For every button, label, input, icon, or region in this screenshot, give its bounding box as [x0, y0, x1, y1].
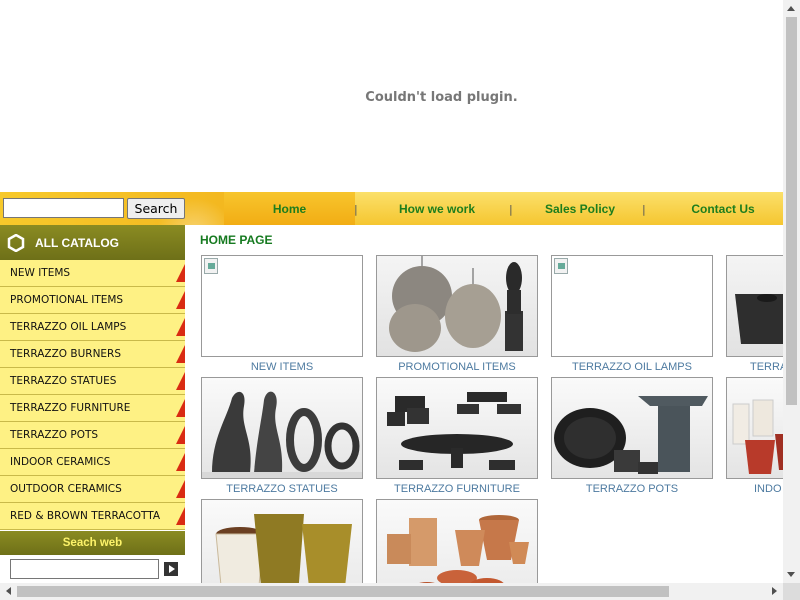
- site-search-area: Search: [0, 192, 224, 225]
- product-tile-new-items[interactable]: [201, 255, 363, 357]
- tile-caption-new-items[interactable]: NEW ITEMS: [201, 361, 363, 373]
- main-nav: Home | How we work | Sales Policy | Cont…: [224, 192, 783, 225]
- nav-contact-us[interactable]: Contact Us: [652, 192, 783, 225]
- sidebar-item-label: TERRAZZO BURNERS: [10, 348, 122, 360]
- red-corner-icon: [176, 453, 185, 471]
- sidebar-item-label: OUTDOOR CERAMICS: [10, 483, 122, 495]
- nav-sales-policy[interactable]: Sales Policy: [514, 192, 646, 225]
- browser-viewport: Couldn't load plugin. Search Home | How …: [0, 0, 783, 583]
- web-search-row: [0, 555, 185, 583]
- all-catalog-label: ALL CATALOG: [35, 235, 119, 250]
- vertical-scrollbar[interactable]: [783, 0, 800, 583]
- product-tile-red-brown-terracotta[interactable]: [376, 499, 538, 583]
- scroll-down-icon[interactable]: [787, 572, 795, 577]
- red-corner-icon: [176, 426, 185, 444]
- product-tile-promotional-items[interactable]: [376, 255, 538, 357]
- red-corner-icon: [176, 264, 185, 282]
- search-input[interactable]: [3, 198, 124, 218]
- sidebar-item-terrazzo-furniture[interactable]: TERRAZZO FURNITURE: [0, 395, 185, 422]
- web-search-header: Seach web: [0, 531, 185, 555]
- indoor-ceramics-image: [732, 399, 783, 474]
- red-corner-icon: [176, 480, 185, 498]
- sidebar-item-red-brown-terracotta[interactable]: RED & BROWN TERRACOTTA: [0, 503, 185, 530]
- tile-caption-terrazzo-statues[interactable]: TERRAZZO STATUES: [201, 483, 363, 495]
- vertical-scroll-thumb[interactable]: [786, 17, 797, 405]
- product-tile-terrazzo-furniture[interactable]: [376, 377, 538, 479]
- nav-separator: |: [354, 203, 358, 216]
- plugin-error-message: Couldn't load plugin.: [365, 89, 518, 105]
- sidebar-item-terrazzo-oil-lamps[interactable]: TERRAZZO OIL LAMPS: [0, 314, 185, 341]
- nav-separator: |: [509, 203, 513, 216]
- sidebar-item-terrazzo-burners[interactable]: TERRAZZO BURNERS: [0, 341, 185, 368]
- sidebar-item-label: RED & BROWN TERRACOTTA: [10, 510, 161, 522]
- sidebar-item-label: INDOOR CERAMICS: [10, 456, 111, 468]
- nav-home[interactable]: Home: [224, 192, 355, 225]
- plugin-placeholder: Couldn't load plugin.: [0, 0, 783, 192]
- sidebar-item-label: NEW ITEMS: [10, 267, 71, 279]
- red-corner-icon: [176, 318, 185, 336]
- burner-image: [735, 294, 783, 344]
- tile-caption-terrazzo-furniture[interactable]: TERRAZZO FURNITURE: [376, 483, 538, 495]
- red-corner-icon: [176, 507, 185, 525]
- product-tile-terrazzo-burners[interactable]: [726, 255, 783, 357]
- scroll-left-icon[interactable]: [6, 587, 11, 595]
- pots-image: [554, 396, 708, 474]
- page-title: HOME PAGE: [200, 233, 273, 247]
- oil-lamps-sculpture-image: [389, 256, 523, 352]
- outdoor-ceramics-image: [215, 514, 352, 583]
- top-navigation-bar: Search Home | How we work | Sales Policy…: [0, 192, 783, 225]
- terracotta-image: [387, 515, 529, 583]
- sidebar-item-label: TERRAZZO STATUES: [10, 375, 117, 387]
- product-tile-outdoor-ceramics[interactable]: [201, 499, 363, 583]
- sidebar-item-label: PROMOTIONAL ITEMS: [10, 294, 124, 306]
- sidebar-item-indoor-ceramics[interactable]: INDOOR CERAMICS: [0, 449, 185, 476]
- sidebar-item-label: TERRAZZO OIL LAMPS: [10, 321, 127, 333]
- web-search-input[interactable]: [10, 559, 159, 579]
- furniture-image: [387, 392, 521, 470]
- catalog-menu: NEW ITEMS PROMOTIONAL ITEMS TERRAZZO OIL…: [0, 260, 185, 530]
- tile-caption-indoor-ceramics[interactable]: INDO: [754, 483, 783, 495]
- scroll-right-icon[interactable]: [772, 587, 777, 595]
- nav-separator: |: [642, 203, 646, 216]
- product-tile-terrazzo-statues[interactable]: [201, 377, 363, 479]
- sidebar: ALL CATALOG NEW ITEMS PROMOTIONAL ITEMS …: [0, 225, 185, 583]
- product-tile-indoor-ceramics[interactable]: [726, 377, 783, 479]
- sidebar-item-outdoor-ceramics[interactable]: OUTDOOR CERAMICS: [0, 476, 185, 503]
- scroll-up-icon[interactable]: [787, 6, 795, 11]
- sidebar-item-promotional-items[interactable]: PROMOTIONAL ITEMS: [0, 287, 185, 314]
- scrollbar-corner: [783, 583, 800, 600]
- tile-caption-terrazzo-oil-lamps[interactable]: TERRAZZO OIL LAMPS: [551, 361, 713, 373]
- red-corner-icon: [176, 372, 185, 390]
- red-corner-icon: [176, 399, 185, 417]
- statues-image: [202, 391, 362, 478]
- tile-caption-promotional-items[interactable]: PROMOTIONAL ITEMS: [376, 361, 538, 373]
- product-tile-terrazzo-pots[interactable]: [551, 377, 713, 479]
- tile-caption-terrazzo-pots[interactable]: TERRAZZO POTS: [551, 483, 713, 495]
- tile-caption-terrazzo-burners[interactable]: TERRA: [750, 361, 783, 373]
- sidebar-item-terrazzo-pots[interactable]: TERRAZZO POTS: [0, 422, 185, 449]
- search-button[interactable]: Search: [127, 198, 185, 219]
- horizontal-scrollbar[interactable]: [0, 583, 783, 600]
- sidebar-item-label: TERRAZZO POTS: [10, 429, 99, 441]
- red-corner-icon: [176, 345, 185, 363]
- broken-image-icon: [554, 258, 568, 274]
- broken-image-icon: [204, 258, 218, 274]
- product-tile-terrazzo-oil-lamps[interactable]: [551, 255, 713, 357]
- sidebar-item-terrazzo-statues[interactable]: TERRAZZO STATUES: [0, 368, 185, 395]
- red-corner-icon: [176, 291, 185, 309]
- all-catalog-header[interactable]: ALL CATALOG: [0, 225, 185, 260]
- sidebar-item-new-items[interactable]: NEW ITEMS: [0, 260, 185, 287]
- web-search-label: Seach web: [62, 537, 123, 549]
- sidebar-item-label: TERRAZZO FURNITURE: [10, 402, 131, 414]
- nav-how-we-work[interactable]: How we work: [368, 192, 506, 225]
- horizontal-scroll-thumb[interactable]: [17, 586, 669, 597]
- web-search-go-icon[interactable]: [164, 562, 178, 576]
- hexagon-icon: [7, 233, 25, 252]
